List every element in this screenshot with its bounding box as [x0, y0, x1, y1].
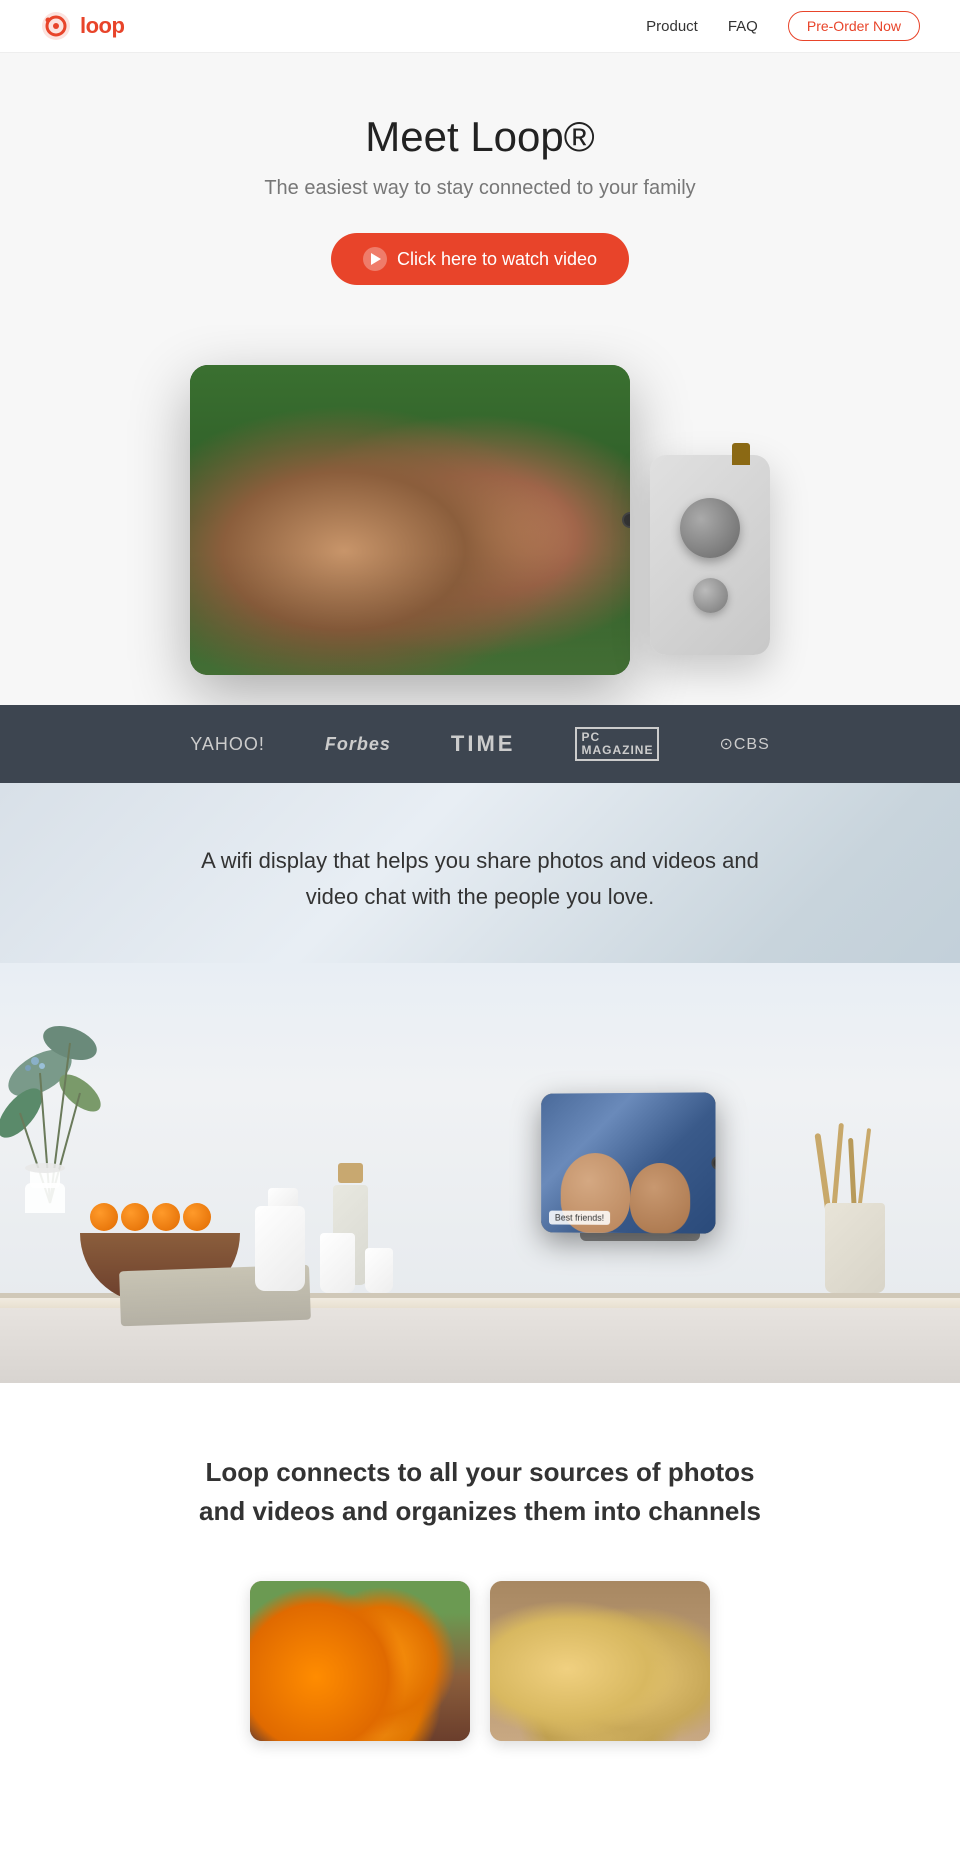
kitchen-scene: Best friends! — [0, 963, 960, 1383]
watch-btn-label: Click here to watch video — [397, 249, 597, 270]
main-screen-device — [190, 365, 630, 675]
white-vessels — [255, 1188, 393, 1293]
channels-section: Loop connects to all your sources of pho… — [0, 1383, 960, 1781]
watch-video-button[interactable]: Click here to watch video — [331, 233, 629, 285]
screen-inner — [190, 365, 630, 675]
press-bar: YAHOO! Forbes TIME PCMAGAZINE ⊙CBS — [0, 705, 960, 783]
pc-magazine-logo: PCMAGAZINE — [575, 727, 659, 761]
hero-subtitle: The easiest way to stay connected to you… — [264, 173, 695, 203]
logo-text: loop — [80, 13, 124, 39]
side-plug-device — [650, 455, 770, 655]
orange-4 — [183, 1203, 211, 1231]
nav-links: Product FAQ Pre-Order Now — [646, 11, 920, 41]
plug-prong — [732, 443, 750, 465]
loop-stand-base — [580, 1233, 700, 1241]
utensil-1 — [814, 1133, 831, 1213]
channels-title: Loop connects to all your sources of pho… — [190, 1453, 770, 1531]
hero-title: Meet Loop® — [365, 113, 594, 161]
device-mockup — [0, 325, 960, 705]
orange-3 — [152, 1203, 180, 1231]
orange-2 — [121, 1203, 149, 1231]
kitchen-bg: Best friends! — [0, 963, 960, 1383]
wifi-section: A wifi display that helps you share phot… — [0, 783, 960, 1383]
side-knob-big — [680, 498, 740, 558]
best-friends-label: Best friends! — [549, 1211, 610, 1225]
channel-thumb-2 — [490, 1581, 710, 1741]
wifi-text-block: A wifi display that helps you share phot… — [180, 843, 780, 913]
loop-device-counter: Best friends! — [540, 1093, 740, 1293]
tall-white-jug — [255, 1188, 310, 1293]
time-logo: TIME — [451, 731, 516, 757]
wifi-background: A wifi display that helps you share phot… — [0, 783, 960, 1383]
yahoo-logo: YAHOO! — [190, 734, 265, 755]
utensil-2 — [831, 1123, 844, 1213]
screen-person-2 — [630, 1163, 690, 1233]
preorder-button[interactable]: Pre-Order Now — [788, 11, 920, 41]
play-icon — [363, 247, 387, 271]
channel-thumb-1 — [250, 1581, 470, 1741]
hero-section: Meet Loop® The easiest way to stay conne… — [0, 53, 960, 325]
family-photo — [190, 365, 630, 675]
forbes-logo: Forbes — [325, 734, 391, 755]
wifi-description: A wifi display that helps you share phot… — [180, 843, 780, 913]
small-white-vessel-1 — [320, 1233, 355, 1293]
utensil-4 — [857, 1128, 871, 1213]
channel-thumb-1-visual — [250, 1581, 470, 1741]
channel-thumb-2-visual — [490, 1581, 710, 1741]
cbs-logo: ⊙CBS — [719, 734, 769, 754]
loop-screen-content: Best friends! — [541, 1093, 715, 1234]
channel-thumbnails — [40, 1581, 920, 1741]
plant-decoration — [0, 983, 110, 1213]
utensil-holder — [810, 1153, 900, 1293]
navbar: loop Product FAQ Pre-Order Now — [0, 0, 960, 53]
plant-svg — [0, 983, 110, 1213]
orange-1 — [90, 1203, 118, 1231]
logo[interactable]: loop — [40, 10, 124, 42]
utensil-cup — [825, 1203, 885, 1293]
nav-product-link[interactable]: Product — [646, 18, 698, 35]
loop-logo-icon — [40, 10, 72, 42]
nav-faq-link[interactable]: FAQ — [728, 18, 758, 35]
utensil-3 — [848, 1138, 857, 1213]
device-hero-area — [0, 325, 960, 705]
side-knob-small — [693, 578, 728, 613]
small-white-vessel-2 — [365, 1248, 393, 1293]
loop-counter-screen: Best friends! — [541, 1093, 715, 1234]
